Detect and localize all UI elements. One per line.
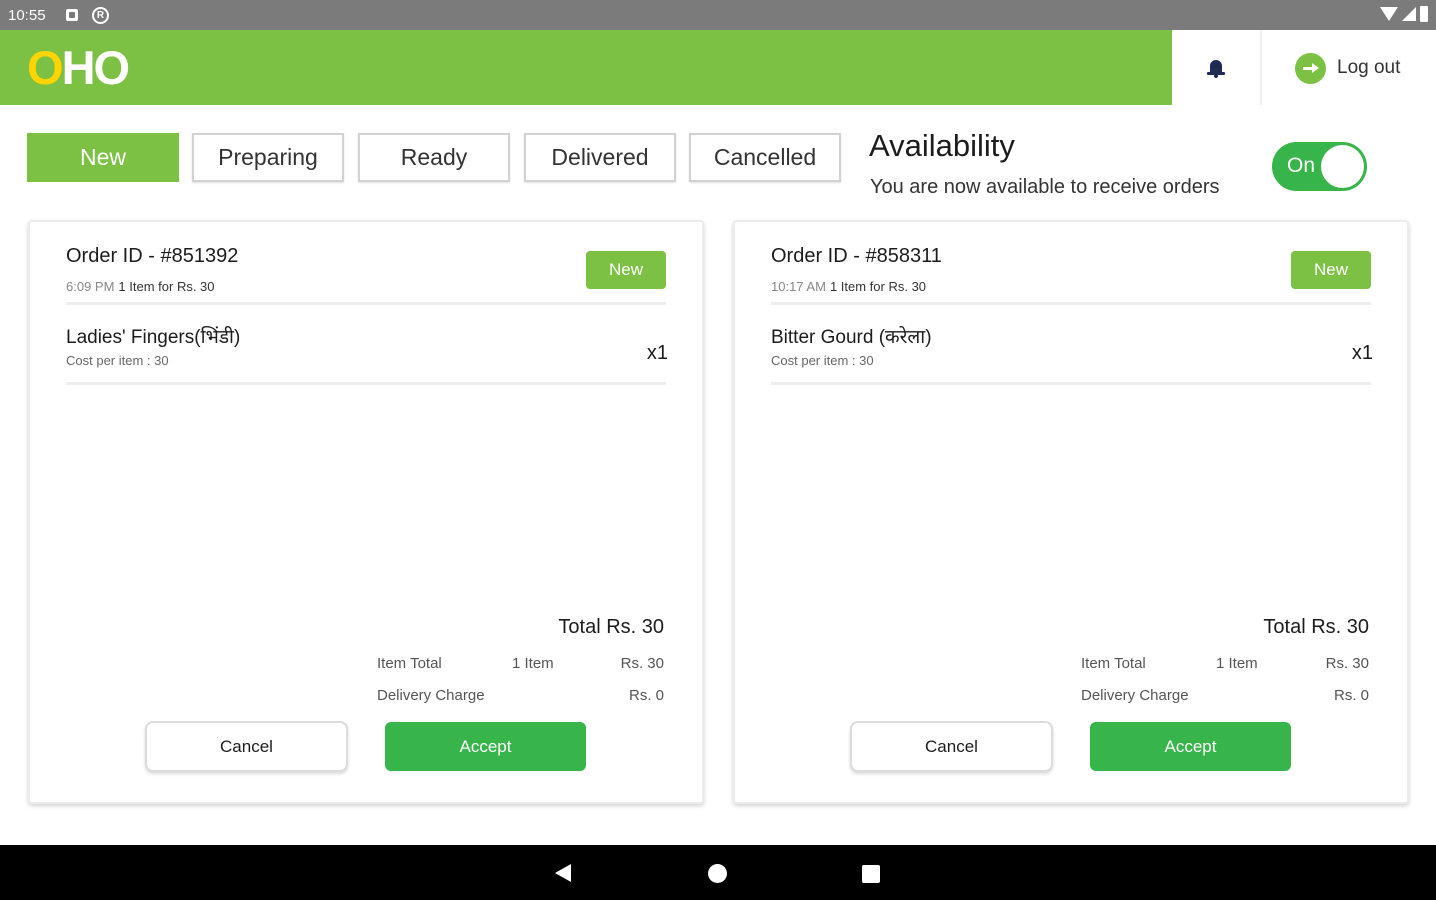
tab-ready[interactable]: Ready (358, 133, 510, 182)
item-cost: Cost per item : 30 (66, 353, 169, 368)
recent-apps-icon[interactable] (862, 865, 880, 883)
header-divider (1260, 30, 1262, 105)
status-time: 10:55 (8, 7, 46, 24)
status-badge: New (586, 251, 666, 289)
cancel-button[interactable]: Cancel (850, 721, 1053, 772)
wifi-icon (1380, 7, 1398, 21)
logout-icon (1295, 52, 1326, 84)
signal-icon (1402, 7, 1416, 21)
bell-icon[interactable] (1206, 58, 1226, 80)
item-total-label: Item Total (1081, 655, 1146, 672)
bell-icon-clapper (1214, 75, 1218, 78)
delivery-charge-label: Delivery Charge (1081, 687, 1189, 704)
order-meta: 10:17 AM 1 Item for Rs. 30 (771, 279, 926, 294)
logout-label: Log out (1337, 57, 1401, 78)
item-count: 1 Item (1216, 655, 1258, 672)
divider (771, 382, 1371, 385)
order-card: Order ID - #858311 10:17 AM 1 Item for Rs… (733, 220, 1409, 804)
back-icon[interactable] (555, 864, 571, 882)
order-id: Order ID - #851392 (66, 245, 239, 267)
item-total-value: Rs. 30 (1325, 655, 1369, 672)
item-name: Bitter Gourd (करेला) (771, 327, 932, 348)
item-total-label: Item Total (377, 655, 442, 672)
item-name: Ladies' Fingers(भिंडी) (66, 327, 241, 348)
delivery-charge-value: Rs. 0 (1333, 687, 1369, 704)
oho-logo: OHO (27, 41, 130, 94)
order-time: 10:17 AM (771, 279, 826, 294)
availability-toggle[interactable]: On (1272, 142, 1367, 191)
order-card: Order ID - #851392 6:09 PM 1 Item for Rs.… (28, 220, 704, 804)
notification-icon (66, 9, 78, 21)
order-meta: 6:09 PM 1 Item for Rs. 30 (66, 279, 215, 294)
home-icon[interactable] (708, 864, 727, 883)
status-icons (1380, 6, 1428, 22)
divider (771, 302, 1371, 305)
tab-new[interactable]: New (27, 133, 179, 182)
tab-delivered[interactable]: Delivered (524, 133, 676, 182)
order-total: Total Rs. 30 (558, 616, 664, 638)
logout-button[interactable]: Log out (1295, 52, 1400, 84)
availability-title: Availability (869, 128, 1015, 163)
toggle-label: On (1287, 154, 1316, 177)
divider (66, 302, 666, 305)
delivery-charge-label: Delivery Charge (377, 687, 485, 704)
toggle-knob (1321, 145, 1364, 188)
item-quantity: x1 (1351, 342, 1373, 364)
item-cost: Cost per item : 30 (771, 353, 874, 368)
order-total: Total Rs. 30 (1263, 616, 1369, 638)
system-nav-bar (0, 845, 1436, 900)
order-time: 6:09 PM (66, 279, 115, 294)
delivery-charge-value: Rs. 0 (628, 687, 664, 704)
divider (66, 382, 666, 385)
item-total-value: Rs. 30 (620, 655, 664, 672)
accept-button[interactable]: Accept (385, 722, 586, 771)
item-count: 1 Item (512, 655, 554, 672)
order-id: Order ID - #858311 (771, 245, 942, 267)
app-header: OHO Log out (0, 30, 1436, 105)
availability-subtitle: You are now available to receive orders (870, 176, 1220, 198)
header-brand-bar: OHO (0, 30, 1172, 105)
item-quantity: x1 (646, 342, 668, 364)
order-summary: 1 Item for Rs. 30 (118, 279, 215, 294)
tab-cancelled[interactable]: Cancelled (689, 133, 841, 182)
order-summary: 1 Item for Rs. 30 (829, 279, 927, 294)
battery-icon (1420, 6, 1428, 22)
status-badge: New (1291, 251, 1371, 289)
accept-button[interactable]: Accept (1090, 722, 1291, 771)
tab-preparing[interactable]: Preparing (192, 133, 344, 182)
status-bar: 10:55 R (0, 0, 1436, 30)
sync-icon: R (92, 7, 109, 24)
cancel-button[interactable]: Cancel (145, 721, 348, 772)
